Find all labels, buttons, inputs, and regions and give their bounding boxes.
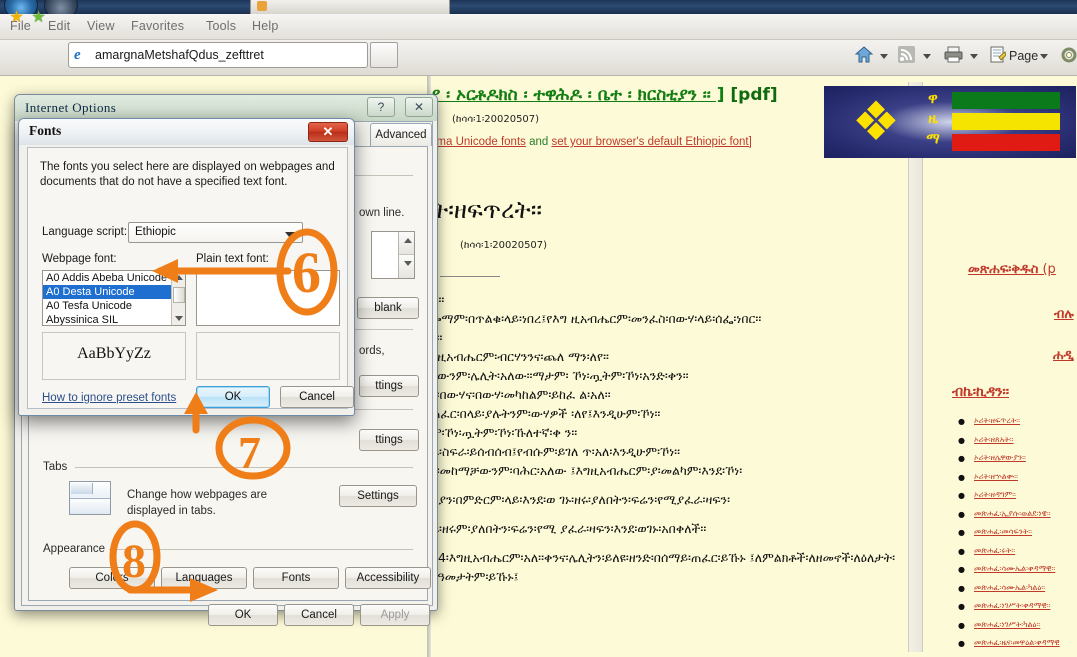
annotation-layer: 6 7 8 (109, 228, 338, 602)
annotation-number-8: 8 (122, 535, 146, 588)
annotation-arrowhead-7 (184, 392, 208, 414)
screen: File Edit View Favorites Tools Help ★ ★ … (0, 0, 1077, 657)
annotation-arrowhead-6 (152, 259, 178, 283)
annotation-number-7: 7 (238, 427, 261, 478)
annotation-arrowhead-8 (190, 578, 218, 602)
annotation-number-6: 6 (292, 240, 321, 305)
